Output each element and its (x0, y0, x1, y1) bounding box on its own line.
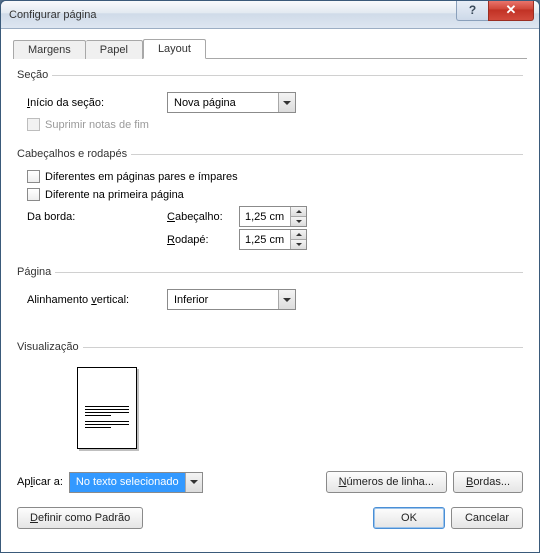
apply-label: Aplicar a: (17, 476, 63, 488)
page-preview (77, 367, 137, 449)
preview-line (85, 421, 129, 422)
window-title: Configurar página (9, 9, 456, 21)
section-start-value: Nova página (168, 93, 278, 112)
borders-button[interactable]: Bordas... (453, 471, 523, 493)
dialog-footer: Definir como Padrão OK Cancelar (17, 501, 523, 529)
spinner-up-icon[interactable] (291, 230, 306, 239)
valign-combo[interactable]: Inferior (167, 289, 296, 310)
chevron-down-icon[interactable] (278, 93, 295, 112)
checkbox-icon (27, 188, 40, 201)
apply-row: Aplicar a: No texto selecionado Números … (17, 471, 523, 493)
from-edge-label: Da borda: (27, 211, 167, 223)
tab-paper[interactable]: Papel (86, 40, 143, 59)
dialog-window: Configurar página ? ✕ Margens Papel Layo… (0, 0, 540, 553)
line-numbers-button[interactable]: Números de linha... (326, 471, 447, 493)
help-icon: ? (469, 3, 476, 17)
preview-line (85, 409, 129, 410)
preview-line (85, 412, 129, 413)
layout-panel: Seção Início da seção: Nova página Supri… (13, 59, 527, 540)
help-button[interactable]: ? (456, 1, 488, 21)
header-label: Cabeçalho: (167, 211, 239, 223)
footer-label: Rodapé: (167, 234, 239, 246)
spinner-down-icon[interactable] (291, 216, 306, 226)
spinner-down-icon[interactable] (291, 239, 306, 249)
close-button[interactable]: ✕ (488, 1, 534, 21)
titlebar[interactable]: Configurar página ? ✕ (1, 1, 539, 29)
tab-layout[interactable]: Layout (143, 39, 206, 59)
preview-line (85, 406, 129, 407)
ok-button[interactable]: OK (373, 507, 445, 529)
chevron-down-icon[interactable] (278, 290, 295, 309)
spinner-up-icon[interactable] (291, 207, 306, 216)
page-group: Página Alinhamento vertical: Inferior (17, 266, 523, 319)
diff-odd-even-checkbox[interactable]: Diferentes em páginas pares e ímpares (27, 170, 238, 183)
apply-to-combo[interactable]: No texto selecionado (69, 472, 203, 493)
section-start-label: Início da seção: (27, 97, 167, 109)
titlebar-buttons: ? ✕ (456, 1, 539, 21)
valign-value: Inferior (168, 290, 278, 309)
preview-group: Visualização (17, 341, 523, 457)
section-group: Seção Início da seção: Nova página Supri… (17, 69, 523, 140)
tab-margins[interactable]: Margens (13, 40, 86, 59)
preview-line (85, 427, 111, 428)
cancel-button[interactable]: Cancelar (451, 507, 523, 529)
apply-to-value: No texto selecionado (70, 473, 185, 492)
section-legend: Seção (17, 69, 52, 81)
page-legend: Página (17, 266, 55, 278)
footer-distance-value: 1,25 cm (240, 230, 290, 249)
section-start-combo[interactable]: Nova página (167, 92, 296, 113)
headers-legend: Cabeçalhos e rodapés (17, 148, 131, 160)
dialog-content: Margens Papel Layout Seção Início da seç… (1, 29, 539, 552)
set-default-button[interactable]: Definir como Padrão (17, 507, 143, 529)
checkbox-icon (27, 118, 40, 131)
tab-strip: Margens Papel Layout (13, 37, 527, 59)
preview-line (85, 415, 111, 416)
preview-line (85, 424, 129, 425)
checkbox-icon (27, 170, 40, 183)
suppress-endnotes-checkbox: Suprimir notas de fim (27, 118, 149, 131)
diff-first-checkbox[interactable]: Diferente na primeira página (27, 188, 184, 201)
close-icon: ✕ (506, 2, 517, 18)
valign-label: Alinhamento vertical: (27, 294, 167, 306)
preview-legend: Visualização (17, 341, 83, 353)
headers-group: Cabeçalhos e rodapés Diferentes em págin… (17, 148, 523, 258)
header-distance-value: 1,25 cm (240, 207, 290, 226)
header-distance-spinner[interactable]: 1,25 cm (239, 206, 307, 227)
chevron-down-icon[interactable] (185, 473, 202, 492)
footer-distance-spinner[interactable]: 1,25 cm (239, 229, 307, 250)
